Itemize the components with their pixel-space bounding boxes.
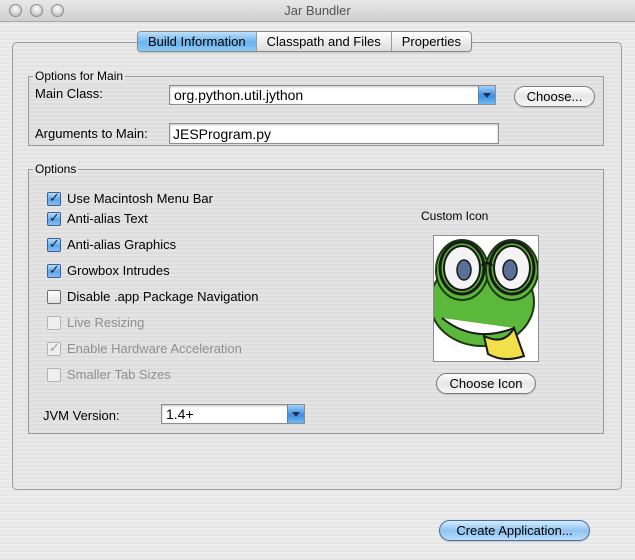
checkbox-box[interactable] xyxy=(47,290,61,304)
arguments-label: Arguments to Main: xyxy=(35,126,148,141)
choose-main-class-button[interactable]: Choose... xyxy=(514,86,595,107)
checkbox-label: Anti-alias Text xyxy=(67,211,148,226)
create-application-button[interactable]: Create Application... xyxy=(439,520,590,541)
main-class-label: Main Class: xyxy=(35,86,103,101)
tab-classpath-and-files[interactable]: Classpath and Files xyxy=(257,32,392,51)
options-title: Options xyxy=(33,162,79,176)
title-bar[interactable]: Jar Bundler xyxy=(0,0,635,22)
arguments-field[interactable]: JESProgram.py xyxy=(169,123,499,144)
checkbox-label: Smaller Tab Sizes xyxy=(67,367,171,382)
checkbox-label: Live Resizing xyxy=(67,315,145,330)
custom-icon-label: Custom Icon xyxy=(421,209,489,223)
main-class-combobox[interactable]: org.python.util.jython xyxy=(169,85,496,105)
checkbox-label: Enable Hardware Acceleration xyxy=(67,341,242,356)
checkbox-box[interactable]: ✓ xyxy=(47,210,61,226)
chevron-down-icon[interactable] xyxy=(287,405,304,423)
choose-icon-button[interactable]: Choose Icon xyxy=(436,373,536,394)
checkbox-box: ✓ xyxy=(47,340,61,356)
jvm-version-label: JVM Version: xyxy=(43,408,120,423)
arguments-value: JESProgram.py xyxy=(173,126,272,142)
tab-properties[interactable]: Properties xyxy=(392,32,471,51)
custom-icon-preview xyxy=(433,235,539,362)
checkbox-box xyxy=(47,368,61,382)
tab-bar: Build Information Classpath and Files Pr… xyxy=(137,31,472,52)
jvm-version-value: 1.4+ xyxy=(166,406,194,422)
checkbox-label: Disable .app Package Navigation xyxy=(67,289,259,304)
main-class-value: org.python.util.jython xyxy=(174,87,304,103)
window-title: Jar Bundler xyxy=(284,3,351,18)
jar-bundler-window: Jar Bundler Build Information Classpath … xyxy=(0,0,635,560)
chevron-down-icon[interactable] xyxy=(478,86,495,104)
checkbox-box[interactable]: ✓ xyxy=(47,190,61,206)
jvm-version-combobox[interactable]: 1.4+ xyxy=(161,404,305,424)
checkbox-label: Growbox Intrudes xyxy=(67,263,170,278)
checkbox-box[interactable]: ✓ xyxy=(47,236,61,252)
frog-with-glasses-icon xyxy=(434,236,538,361)
tab-build-information[interactable]: Build Information xyxy=(138,32,257,51)
options-for-main-title: Options for Main xyxy=(33,69,126,83)
checkbox-box xyxy=(47,316,61,330)
checkbox-label: Use Macintosh Menu Bar xyxy=(67,191,213,206)
checkbox-label: Anti-alias Graphics xyxy=(67,237,177,252)
checkbox-box[interactable]: ✓ xyxy=(47,262,61,278)
